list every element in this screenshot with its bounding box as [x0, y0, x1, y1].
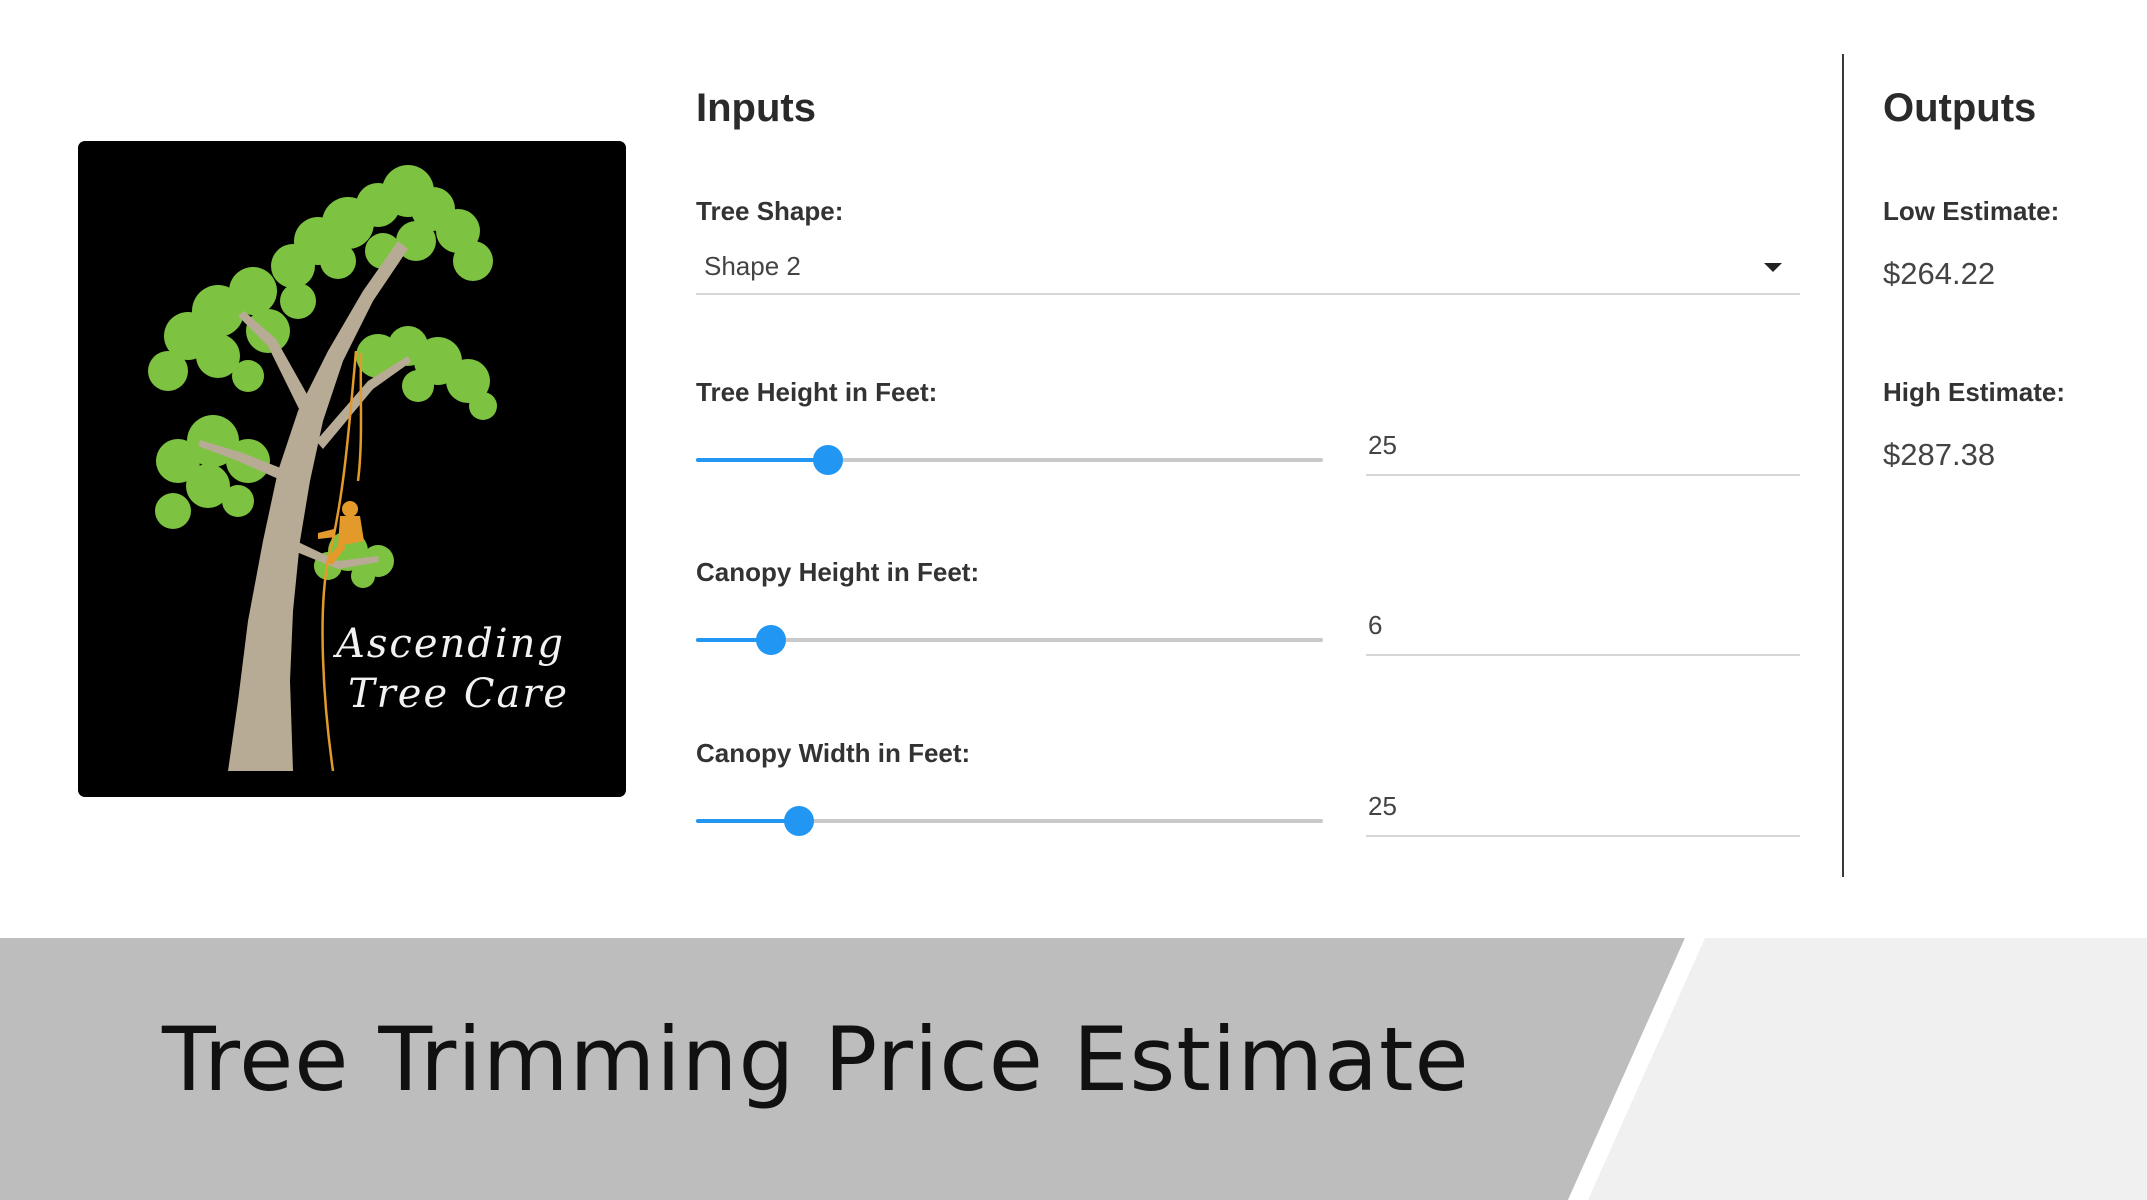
high-estimate-label: High Estimate: — [1883, 377, 2066, 407]
logo-text: Ascending Tree Care — [336, 619, 626, 719]
canopy-height-value: 6 — [1368, 610, 1383, 640]
canopy-height-input[interactable]: 6 — [1366, 602, 1800, 656]
tree-height-slider[interactable] — [696, 445, 1323, 475]
logo-text-line-1: Ascending — [336, 621, 566, 667]
canopy-height-label: Canopy Height in Feet: — [696, 557, 980, 587]
section-divider — [1842, 54, 1844, 877]
slider-fill — [696, 458, 828, 462]
page-title: Tree Trimming Price Estimate — [162, 1008, 1470, 1111]
slider-track[interactable] — [696, 638, 1323, 642]
tree-shape-value: Shape 2 — [704, 251, 801, 281]
tree-height-value: 25 — [1368, 430, 1397, 460]
canopy-width-slider[interactable] — [696, 806, 1323, 836]
slider-thumb[interactable] — [784, 806, 815, 836]
low-estimate-value: $264.22 — [1883, 256, 1996, 291]
canopy-width-label: Canopy Width in Feet: — [696, 738, 971, 768]
outputs-heading: Outputs — [1883, 86, 2037, 130]
tree-shape-label: Tree Shape: — [696, 196, 844, 226]
slider-thumb[interactable] — [812, 445, 843, 475]
high-estimate-value: $287.38 — [1883, 437, 1996, 472]
low-estimate-label: Low Estimate: — [1883, 196, 2060, 226]
canopy-width-input[interactable]: 25 — [1366, 783, 1800, 837]
slider-thumb[interactable] — [756, 625, 787, 655]
tree-height-input[interactable]: 25 — [1366, 422, 1800, 476]
inputs-heading: Inputs — [696, 86, 816, 130]
canopy-height-slider[interactable] — [696, 625, 1323, 655]
canopy-width-value: 25 — [1368, 791, 1397, 821]
logo-text-line-2: Tree Care — [348, 671, 570, 717]
company-logo: Ascending Tree Care — [78, 141, 626, 797]
dropdown-caret-icon[interactable] — [1764, 263, 1782, 272]
tree-shape-select[interactable]: Shape 2 — [696, 245, 1800, 295]
tree-height-label: Tree Height in Feet: — [696, 377, 938, 407]
